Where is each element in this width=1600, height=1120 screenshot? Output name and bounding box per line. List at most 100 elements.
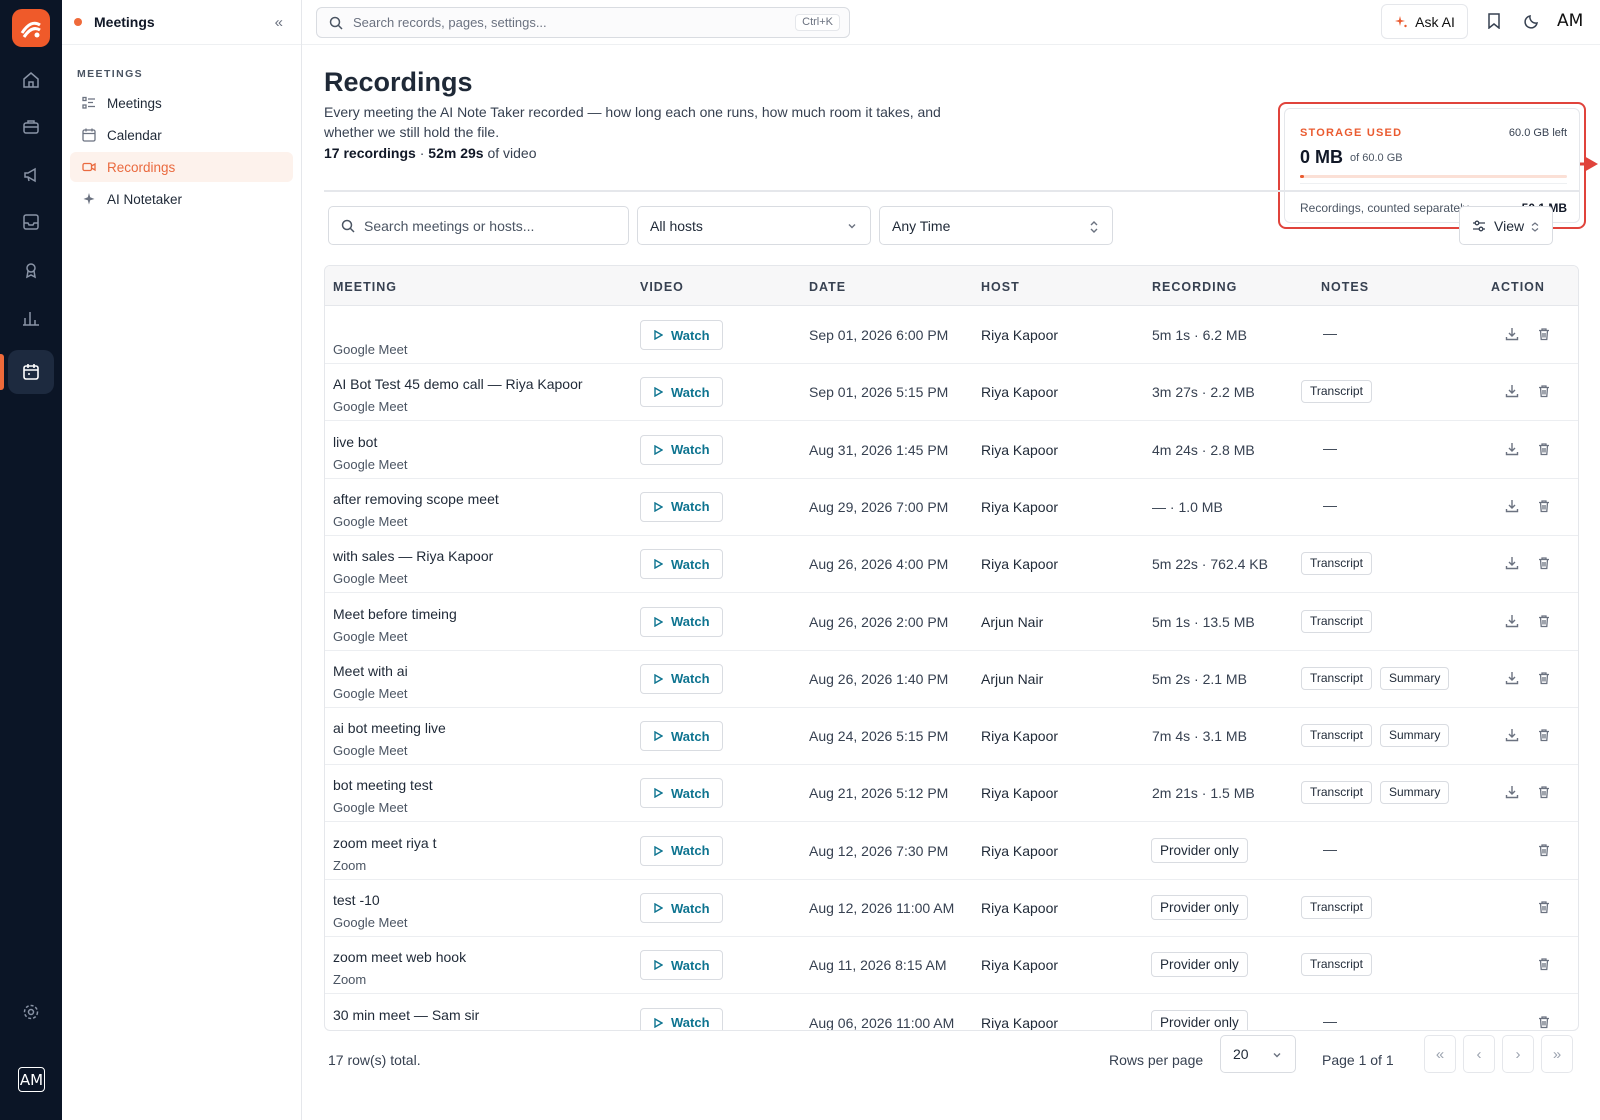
note-badge-transcript[interactable]: Transcript — [1301, 781, 1372, 805]
note-badge-summary[interactable]: Summary — [1380, 781, 1450, 805]
meeting-title[interactable]: zoom meet riya t — [333, 835, 436, 851]
table-row[interactable]: bot meeting test Google Meet Watch Aug 21, … — [325, 764, 1578, 823]
column-header-video[interactable]: VIDEO — [640, 280, 684, 294]
sidebar-item-meetings[interactable]: Meetings — [70, 88, 293, 118]
collapse-sidebar-icon[interactable]: « — [275, 14, 283, 31]
meeting-title[interactable]: live bot — [333, 434, 377, 450]
column-header-notes[interactable]: NOTES — [1321, 280, 1369, 294]
column-header-host[interactable]: HOST — [981, 280, 1020, 294]
watch-button[interactable]: Watch — [640, 950, 723, 981]
column-header-recording[interactable]: RECORDING — [1152, 280, 1237, 294]
table-row[interactable]: Google Meet Watch Sep 01, 2026 6:00 PM Riya… — [325, 306, 1578, 364]
table-row[interactable]: zoom meet riya t Zoom Watch Aug 12, 2026 7:… — [325, 822, 1578, 880]
sidebar-item-calendar[interactable]: Calendar — [70, 120, 293, 150]
watch-button[interactable]: Watch — [640, 320, 723, 350]
table-row[interactable]: Meet with ai Google Meet Watch Aug 26, 2026… — [325, 650, 1578, 708]
trash-icon[interactable] — [1537, 442, 1551, 461]
trash-icon[interactable] — [1537, 785, 1551, 804]
column-header-action[interactable]: ACTION — [1491, 280, 1545, 294]
sidebar-item-recordings[interactable]: Recordings — [70, 152, 293, 182]
table-row[interactable]: with sales — Riya Kapoor Google Meet Watch… — [325, 535, 1578, 594]
download-icon[interactable] — [1505, 728, 1519, 747]
watch-button[interactable]: Watch — [640, 1007, 723, 1030]
trash-icon[interactable] — [1537, 384, 1551, 403]
watch-button[interactable]: Watch — [640, 549, 723, 580]
watch-button[interactable]: Watch — [640, 721, 723, 752]
download-icon[interactable] — [1505, 671, 1519, 690]
note-badge-summary[interactable]: Summary — [1380, 666, 1450, 690]
column-header-date[interactable]: DATE — [809, 280, 846, 294]
watch-button[interactable]: Watch — [640, 434, 723, 465]
download-icon[interactable] — [1505, 384, 1519, 403]
watch-button[interactable]: Watch — [640, 491, 723, 522]
home-icon[interactable] — [8, 58, 54, 102]
megaphone-icon[interactable] — [8, 153, 54, 197]
table-row[interactable]: live bot Google Meet Watch Aug 31, 2026 1:4… — [325, 421, 1578, 479]
note-badge-transcript[interactable]: Transcript — [1301, 609, 1372, 633]
table-row[interactable]: AI Bot Test 45 demo call — Riya Kapoor Go… — [325, 363, 1578, 422]
download-icon[interactable] — [1505, 556, 1519, 575]
meeting-title[interactable]: Meet with ai — [333, 663, 408, 679]
view-button[interactable]: View — [1459, 206, 1553, 245]
note-badge-summary[interactable]: Summary — [1380, 724, 1450, 748]
download-icon[interactable] — [1505, 499, 1519, 518]
trash-icon[interactable] — [1537, 1015, 1551, 1030]
download-icon[interactable] — [1505, 614, 1519, 633]
meeting-title[interactable]: with sales — Riya Kapoor — [333, 548, 493, 564]
meeting-title[interactable]: bot meeting test — [333, 777, 433, 793]
watch-button[interactable]: Watch — [640, 893, 723, 923]
watch-button[interactable]: Watch — [640, 606, 723, 637]
note-badge-transcript[interactable]: Transcript — [1301, 380, 1372, 404]
meeting-title[interactable]: ai bot meeting live — [333, 720, 446, 736]
chart-icon[interactable] — [8, 296, 54, 340]
watch-button[interactable]: Watch — [640, 377, 723, 408]
rows-per-page-select[interactable]: 20 — [1220, 1035, 1296, 1073]
hosts-select[interactable]: All hosts — [637, 206, 871, 245]
next-page-button[interactable]: › — [1502, 1035, 1534, 1073]
column-header-meeting[interactable]: MEETING — [333, 280, 397, 294]
trash-icon[interactable] — [1537, 728, 1551, 747]
watch-button[interactable]: Watch — [640, 778, 723, 809]
trash-icon[interactable] — [1537, 556, 1551, 575]
trash-icon[interactable] — [1537, 327, 1551, 346]
trash-icon[interactable] — [1537, 843, 1551, 862]
note-badge-transcript[interactable]: Transcript — [1301, 724, 1372, 748]
bookmark-icon[interactable] — [1487, 13, 1501, 34]
meeting-title[interactable]: zoom meet web hook — [333, 949, 466, 965]
download-icon[interactable] — [1505, 442, 1519, 461]
briefcase-icon[interactable] — [8, 105, 54, 149]
meeting-title[interactable]: Meet before timeing — [333, 606, 457, 622]
dark-mode-moon-icon[interactable] — [1524, 13, 1540, 34]
table-row[interactable]: test -10 Google Meet Watch Aug 12, 2026 11:… — [325, 879, 1578, 937]
meeting-search-input[interactable]: Search meetings or hosts... — [328, 206, 629, 245]
watch-button[interactable]: Watch — [640, 835, 723, 866]
meeting-title[interactable]: after removing scope meet — [333, 491, 499, 507]
trash-icon[interactable] — [1537, 671, 1551, 690]
table-row[interactable]: 30 min meet — Sam sir Zoom Watch Aug 06, 20… — [325, 994, 1578, 1030]
global-search-input[interactable]: Search records, pages, settings... Ctrl+… — [316, 7, 850, 38]
note-badge-transcript[interactable]: Transcript — [1301, 896, 1372, 919]
sidebar-item-ai-notetaker[interactable]: AI Notetaker — [70, 184, 293, 214]
watch-button[interactable]: Watch — [640, 663, 723, 694]
trash-icon[interactable] — [1537, 957, 1551, 976]
last-page-button[interactable]: » — [1541, 1035, 1573, 1073]
download-icon[interactable] — [1505, 785, 1519, 804]
trash-icon[interactable] — [1537, 614, 1551, 633]
prev-page-button[interactable]: ‹ — [1463, 1035, 1495, 1073]
meeting-title[interactable]: AI Bot Test 45 demo call — Riya Kapoor — [333, 376, 583, 392]
trash-icon[interactable] — [1537, 499, 1551, 518]
inbox-icon[interactable] — [8, 200, 54, 244]
table-row[interactable]: ai bot meeting live Google Meet Watch Aug 2… — [325, 707, 1578, 766]
first-page-button[interactable]: « — [1424, 1035, 1456, 1073]
note-badge-transcript[interactable]: Transcript — [1301, 552, 1372, 576]
settings-gear-icon[interactable] — [8, 990, 54, 1034]
app-logo[interactable] — [12, 9, 50, 47]
ask-ai-button[interactable]: Ask AI — [1381, 4, 1468, 39]
trash-icon[interactable] — [1537, 900, 1551, 919]
table-row[interactable]: after removing scope meet Google Meet Watc… — [325, 478, 1578, 536]
meeting-title[interactable]: 30 min meet — Sam sir — [333, 1007, 479, 1023]
calendar-icon[interactable] — [8, 350, 54, 394]
table-row[interactable]: zoom meet web hook Zoom Watch Aug 11, 2026 … — [325, 936, 1578, 995]
award-icon[interactable] — [8, 248, 54, 292]
user-avatar[interactable]: AM — [18, 1067, 45, 1092]
